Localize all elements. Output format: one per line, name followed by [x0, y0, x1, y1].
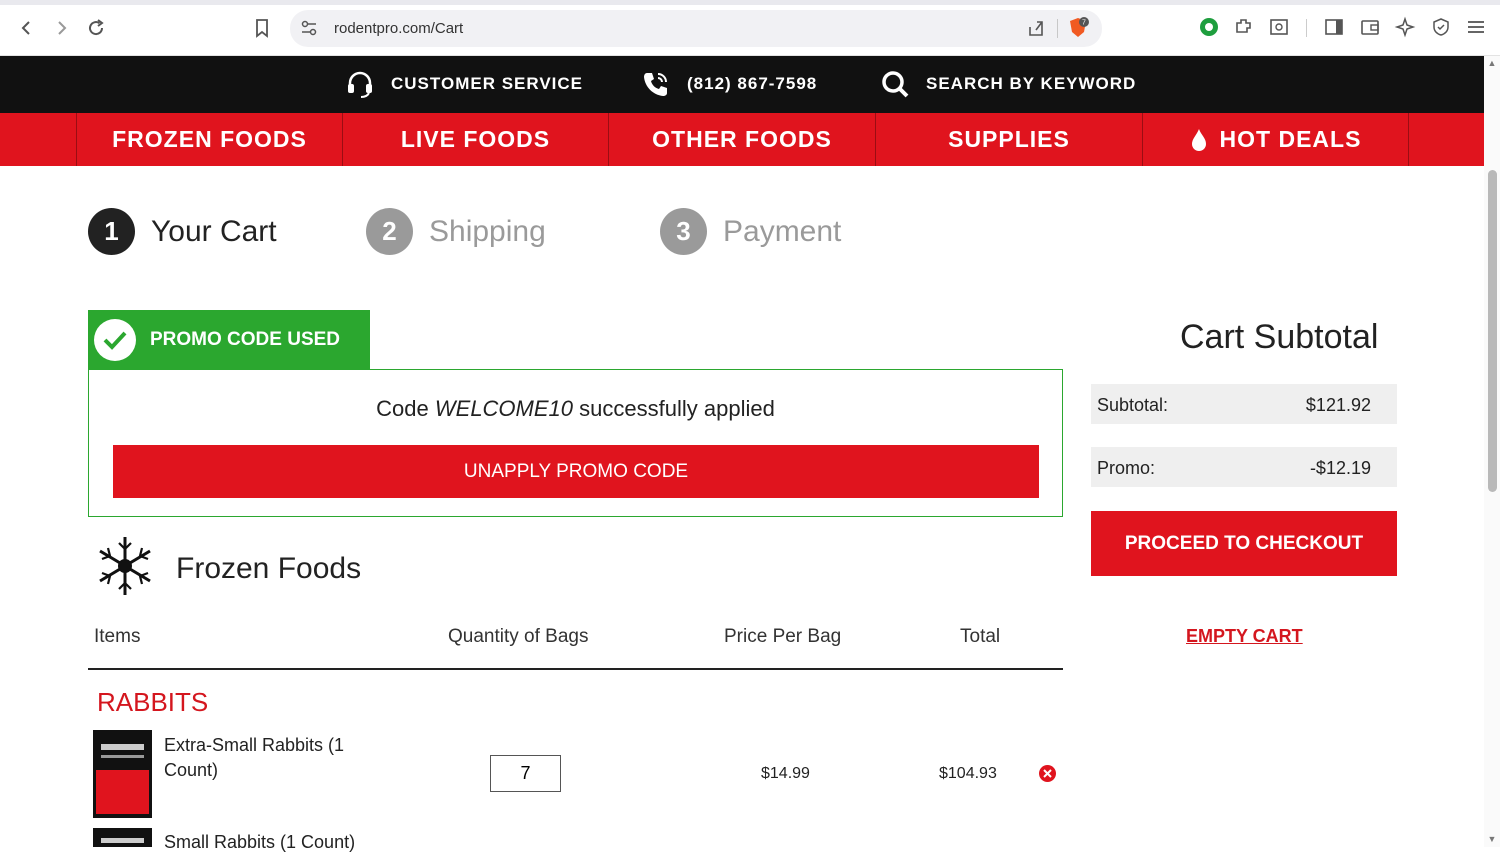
forward-icon [58, 21, 67, 35]
step-1-label: Your Cart [151, 214, 277, 248]
shield-count: 7 [1082, 20, 1086, 27]
step-your-cart: 1 Your Cart [88, 208, 277, 255]
address-bar[interactable]: rodentpro.com/Cart 7 [290, 10, 1102, 47]
site-settings-icon[interactable] [300, 19, 318, 37]
urlbar-separator [1057, 19, 1058, 38]
quantity-input[interactable] [490, 755, 561, 792]
step-2-number: 2 [366, 208, 413, 255]
bookmark-icon [256, 19, 268, 38]
promo-label: Promo: [1097, 458, 1156, 478]
column-quantity: Quantity of Bags [448, 626, 589, 647]
column-total: Total [960, 626, 1001, 647]
nav-hot-deals[interactable]: HOT DEALS [1142, 113, 1409, 166]
nav-other-foods-label: OTHER FOODS [652, 126, 832, 152]
share-icon[interactable] [1026, 18, 1046, 38]
promo-code: WELCOME10 [434, 396, 574, 421]
phone-number: (812) 867-7598 [687, 74, 818, 93]
nav-supplies[interactable]: SUPPLIES [875, 113, 1142, 166]
item-name[interactable]: Small Rabbits (1 Count) [164, 830, 464, 855]
promo-row: Promo: -$12.19 [1091, 447, 1397, 487]
back-icon [21, 21, 30, 35]
cart-subtotal-title: Cart Subtotal [1180, 318, 1379, 356]
item-name[interactable]: Extra-Small Rabbits (1 Count) [164, 733, 374, 783]
reader-mode-icon[interactable] [1268, 16, 1290, 38]
browser-toolbar: rodentpro.com/Cart 7 [0, 0, 1500, 56]
nav-live-foods[interactable]: LIVE FOODS [342, 113, 608, 166]
sidebar-toggle-icon[interactable] [1323, 16, 1345, 38]
column-price: Price Per Bag [724, 626, 842, 647]
nav-hot-deals-label: HOT DEALS [1219, 126, 1362, 152]
step-3-number: 3 [660, 208, 707, 255]
extensions-puzzle-icon[interactable] [1233, 16, 1255, 38]
table-header-rule [88, 668, 1063, 670]
search-link[interactable]: SEARCH BY KEYWORD [880, 68, 1136, 100]
subtotal-value: $121.92 [1305, 395, 1371, 415]
customer-service-label: CUSTOMER SERVICE [391, 74, 584, 93]
proceed-to-checkout-button[interactable]: PROCEED TO CHECKOUT [1091, 511, 1397, 576]
product-thumbnail[interactable] [93, 730, 152, 818]
reload-button[interactable] [82, 14, 110, 42]
forward-button[interactable] [47, 14, 75, 42]
back-button[interactable] [13, 14, 41, 42]
column-items: Items [94, 626, 141, 647]
wallet-icon[interactable] [1359, 16, 1381, 38]
product-thumbnail[interactable] [93, 828, 152, 847]
reload-icon [89, 19, 104, 36]
unapply-promo-button[interactable]: UNAPPLY PROMO CODE [113, 445, 1039, 498]
phone-link[interactable]: (812) 867-7598 [641, 68, 817, 100]
menu-icon[interactable] [1465, 16, 1487, 38]
snowflake-icon [99, 537, 151, 595]
step-1-number: 1 [88, 208, 135, 255]
thumbnail-text-strip [101, 755, 144, 758]
nav-live-foods-label: LIVE FOODS [400, 126, 551, 152]
customer-service-link[interactable]: CUSTOMER SERVICE [345, 68, 583, 100]
step-payment: 3 Payment [660, 208, 841, 255]
promo-tab-label: PROMO CODE USED [150, 329, 341, 350]
bookmark-button[interactable] [248, 14, 276, 42]
thumbnail-logo-strip [101, 744, 144, 750]
subtotal-row: Subtotal: $121.92 [1091, 384, 1397, 424]
promo-code-used-tab: PROMO CODE USED [88, 310, 370, 370]
headset-icon [348, 71, 372, 98]
nav-supplies-label: SUPPLIES [948, 126, 1070, 152]
promo-message-suffix: successfully applied [579, 396, 775, 421]
item-price: $14.99 [761, 765, 810, 782]
scroll-up-arrow-icon[interactable]: ▲ [1487, 58, 1497, 68]
promo-message-prefix: Code [376, 396, 429, 421]
nav-other-foods[interactable]: OTHER FOODS [608, 113, 875, 166]
extension-green-icon[interactable] [1198, 16, 1220, 38]
search-label: SEARCH BY KEYWORD [926, 74, 1137, 93]
nav-frozen-foods[interactable]: FROZEN FOODS [76, 113, 342, 166]
nav-frozen-foods-label: FROZEN FOODS [112, 126, 307, 152]
subtotal-label: Subtotal: [1097, 395, 1169, 415]
step-3-label: Payment [723, 214, 842, 248]
site-utility-bar: CUSTOMER SERVICE (812) 867-7598 SEARCH B… [0, 56, 1484, 113]
leo-ai-icon[interactable] [1394, 16, 1416, 38]
promo-message: Code WELCOME10 successfully applied [89, 396, 1062, 422]
toolbar-separator [1306, 19, 1307, 37]
remove-item-icon[interactable] [1038, 764, 1057, 783]
search-icon [882, 71, 909, 98]
scrollbar-thumb[interactable] [1488, 170, 1497, 492]
step-shipping: 2 Shipping [366, 208, 546, 255]
url-text[interactable]: rodentpro.com/Cart [334, 20, 463, 37]
empty-cart-link[interactable]: EMPTY CART [1186, 626, 1303, 647]
step-2-label: Shipping [429, 214, 546, 248]
promo-box: Code WELCOME10 successfully applied UNAP… [88, 369, 1063, 517]
brave-shield-icon[interactable]: 7 [1066, 16, 1090, 40]
thumbnail-red-panel [96, 770, 149, 814]
vpn-shield-icon[interactable] [1430, 16, 1452, 38]
promo-value: -$12.19 [1309, 458, 1371, 478]
tab-strip-edge [0, 0, 1500, 5]
thumbnail-logo-strip [101, 838, 144, 843]
category-title: RABBITS [97, 687, 209, 717]
main-navigation: FROZEN FOODS LIVE FOODS OTHER FOODS SUPP… [0, 113, 1484, 166]
scroll-down-arrow-icon[interactable]: ▼ [1487, 834, 1497, 844]
section-title: Frozen Foods [176, 552, 362, 585]
item-total: $104.93 [939, 765, 997, 782]
checkmark-icon [94, 319, 136, 361]
flame-icon [1191, 128, 1206, 151]
phone-icon [644, 73, 667, 96]
